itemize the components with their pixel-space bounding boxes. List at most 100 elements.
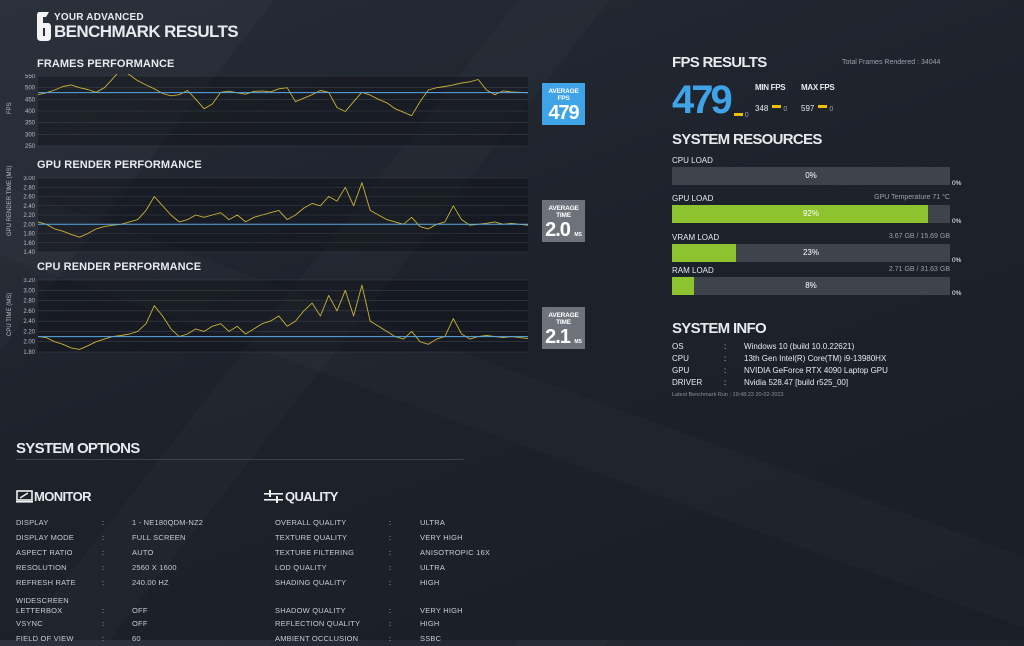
option-key: DISPLAY MODE (16, 533, 74, 542)
info-key: OS (672, 342, 684, 351)
cpu-average-time-box: AVERAGE TIME 2.1 MS (542, 307, 585, 349)
option-value: 2560 X 1600 (132, 563, 177, 572)
quality-header: QUALITY (264, 489, 338, 504)
monitor-header: MONITOR (16, 489, 92, 504)
y-tick-label: 2.40 (23, 204, 35, 210)
info-key: GPU (672, 366, 690, 375)
gpu-chart-ylabel: GPU RENDER TIME (MS) (7, 165, 13, 236)
cpu-load-side-percent: 0% (952, 180, 962, 187)
option-key: RESOLUTION (16, 563, 67, 572)
frames-performance-chart: 550 500 450 400 350 300 250 (25, 74, 528, 148)
y-tick-label: 3.00 (23, 176, 35, 182)
option-key: TEXTURE QUALITY (275, 533, 348, 542)
option-key: REFLECTION QUALITY (275, 619, 361, 628)
y-tick-label: 2.80 (23, 185, 35, 191)
fps-trend-icon (733, 113, 743, 116)
option-row: REFLECTION QUALITY: HIGH (275, 616, 490, 631)
option-row: RESOLUTION: 2560 X 1600 (16, 560, 203, 575)
option-separator: : (102, 518, 105, 527)
info-separator: : (724, 366, 727, 375)
info-separator: : (724, 342, 727, 351)
info-row-driver: DRIVER: Nvidia 528.47 [build r525_00] (672, 378, 888, 390)
option-separator: : (389, 548, 392, 557)
system-resources-title: SYSTEM RESOURCES (672, 131, 822, 148)
min-fps-sub: 0 (783, 106, 788, 113)
quality-title: QUALITY (285, 489, 338, 504)
info-row-gpu: GPU: NVIDIA GeForce RTX 4090 Laptop GPU (672, 366, 888, 378)
option-value: 240.00 HZ (132, 578, 169, 587)
quality-options-list: OVERALL QUALITY: ULTRA TEXTURE QUALITY: VE… (275, 515, 490, 646)
option-value: 60 (132, 634, 141, 643)
gpu-render-chart: 3.00 2.80 2.60 2.40 2.20 2.00 1.80 1.60 1.40 (23, 176, 528, 254)
y-tick-label: 400 (25, 109, 36, 115)
option-separator: : (102, 563, 105, 572)
cpu-load-percent: 0% (805, 171, 817, 180)
info-value: NVIDIA GeForce RTX 4090 Laptop GPU (744, 366, 888, 375)
option-separator: : (102, 533, 105, 542)
gpu-average-time-unit: MS (574, 232, 582, 238)
option-row: SHADOW QUALITY: VERY HIGH (275, 590, 490, 616)
gpu-average-time-value: 2.0 (545, 219, 571, 241)
cpu-render-chart: 3.20 3.00 2.80 2.60 2.40 2.20 2.00 1.80 (23, 278, 528, 354)
cpu-average-time-unit: MS (574, 339, 582, 345)
info-row-os: OS: Windows 10 (build 10.0.22621) (672, 342, 888, 354)
system-info-list: OS: Windows 10 (build 10.0.22621) CPU: 13t… (672, 342, 888, 390)
option-row: AMBIENT OCCLUSION: SSBC (275, 631, 490, 646)
y-tick-label: 3.20 (23, 278, 35, 284)
option-value: ULTRA (420, 563, 446, 572)
ram-usage: 2.71 GB / 31.63 GB (888, 266, 950, 273)
y-tick-label: 300 (25, 132, 36, 138)
option-separator: : (102, 619, 105, 628)
option-key: WIDESCREEN LETTERBOX (16, 596, 69, 615)
option-key: VSYNC (16, 619, 43, 628)
y-tick-label: 2.20 (23, 329, 35, 335)
gpu-average-time-label: AVERAGE TIME (548, 205, 579, 219)
option-separator: : (389, 578, 392, 587)
max-fps-sub: 0 (829, 106, 834, 113)
y-tick-label: 2.00 (23, 340, 35, 346)
option-separator: : (389, 563, 392, 572)
info-separator: : (724, 378, 727, 387)
ram-load: RAM LOAD 2.71 GB / 31.63 GB 8% (672, 266, 950, 295)
option-value: HIGH (420, 619, 440, 628)
min-trend-icon (772, 105, 782, 109)
cpu-average-time-label: AVERAGE TIME (548, 312, 579, 326)
option-value: 1 - NE180QDM-NZ2 (132, 518, 204, 527)
y-tick-label: 1.60 (23, 241, 35, 247)
average-fps-result: 479 0 (672, 80, 749, 120)
vram-load-bar: 23% (672, 244, 950, 262)
option-row: ASPECT RATIO: AUTO (16, 545, 203, 560)
info-value: 13th Gen Intel(R) Core(TM) i9-13980HX (744, 354, 887, 363)
option-row: LOD QUALITY: ULTRA (275, 560, 490, 575)
cpu-average-time-value: 2.1 (545, 326, 571, 348)
vram-load: VRAM LOAD 3.67 GB / 15.69 GB 23% (672, 233, 950, 262)
frames-chart-title: FRAMES PERFORMANCE (37, 58, 175, 70)
option-separator: : (102, 606, 105, 615)
gpu-temperature: GPU Temperature 71 °C (874, 194, 950, 201)
y-tick-label: 2.40 (23, 319, 35, 325)
average-fps-label: AVERAGE FPS (548, 88, 579, 102)
gpu-average-time-box: AVERAGE TIME 2.0 MS (542, 200, 585, 242)
rainbow-six-logo-icon (37, 12, 51, 41)
option-key: LOD QUALITY (275, 563, 327, 572)
average-fps-box: AVERAGE FPS 479 (542, 83, 585, 125)
info-value: Nvidia 528.47 [build r525_00] (744, 378, 849, 387)
header: YOUR ADVANCED BENCHMARK RESULTS (36, 10, 239, 42)
option-row: WIDESCREEN LETTERBOX: OFF (16, 590, 203, 616)
option-value: OFF (132, 619, 148, 628)
option-separator: : (102, 548, 105, 557)
average-fps-sub: 0 (744, 112, 749, 119)
option-key: SHADING QUALITY (275, 578, 347, 587)
system-options-divider (16, 459, 464, 460)
option-separator: : (389, 634, 392, 643)
gpu-load-bar: 92% (672, 205, 950, 223)
monitor-icon (16, 490, 33, 503)
option-separator: : (389, 619, 392, 628)
vram-load-label: VRAM LOAD (672, 233, 720, 242)
option-row: REFRESH RATE: 240.00 HZ (16, 575, 203, 590)
y-tick-label: 3.00 (23, 288, 35, 294)
info-row-cpu: CPU: 13th Gen Intel(R) Core(TM) i9-13980H… (672, 354, 888, 366)
monitor-options-list: DISPLAY: 1 - NE180QDM-NZ2 DISPLAY MODE: FU… (16, 515, 203, 646)
option-key: TEXTURE FILTERING (275, 548, 355, 557)
option-separator: : (389, 518, 392, 527)
